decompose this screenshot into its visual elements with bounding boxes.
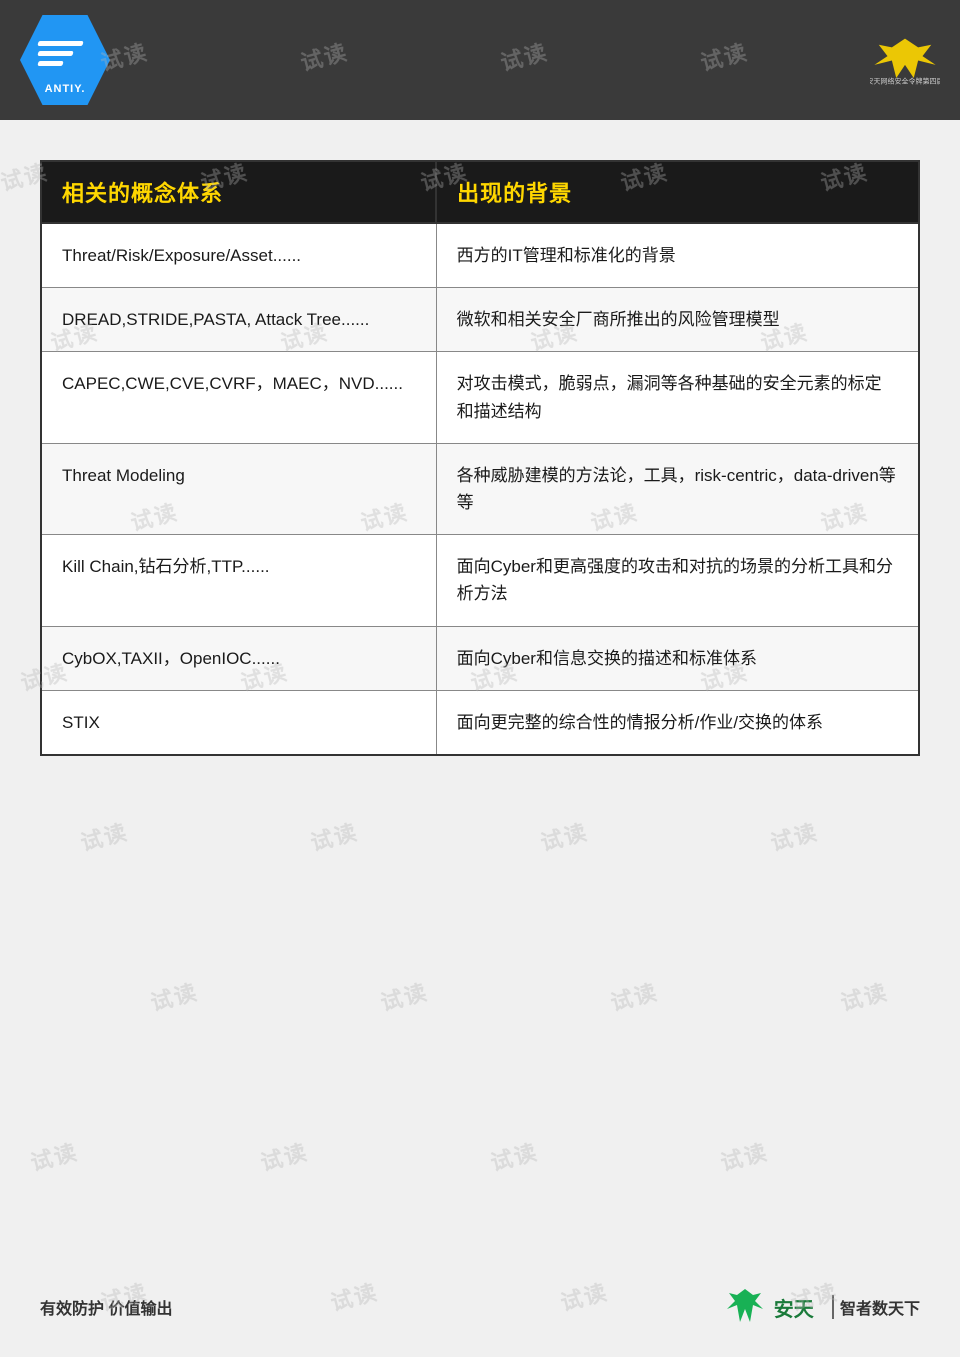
table-row: DREAD,STRIDE,PASTA, Attack Tree......微软和… bbox=[41, 288, 919, 352]
watermark: 试读 bbox=[767, 814, 822, 857]
watermark: 试读 bbox=[307, 814, 362, 857]
table-cell-col2: 面向Cyber和信息交换的描述和标准体系 bbox=[436, 626, 919, 690]
table-cell-col2: 对攻击模式，脆弱点，漏洞等各种基础的安全元素的标定和描述结构 bbox=[436, 352, 919, 443]
footer-brand-icon bbox=[725, 1287, 765, 1327]
footer-brand: 安天 | 智者数天下 bbox=[725, 1287, 920, 1327]
watermark: 试读 bbox=[837, 974, 892, 1017]
table-row: Threat Modeling各种威胁建模的方法论，工具，risk-centri… bbox=[41, 443, 919, 534]
table-cell-col1: CAPEC,CWE,CVE,CVRF，MAEC，NVD...... bbox=[41, 352, 436, 443]
table-row: Kill Chain,钻石分析,TTP......面向Cyber和更高强度的攻击… bbox=[41, 535, 919, 626]
table-cell-col1: Kill Chain,钻石分析,TTP...... bbox=[41, 535, 436, 626]
logo: ANTIY. bbox=[20, 15, 110, 105]
header: ANTIY. 安天网络安全令牌第四届 bbox=[0, 0, 960, 120]
watermark: 试读 bbox=[487, 1134, 542, 1177]
logo-line-2 bbox=[37, 51, 73, 56]
logo-lines bbox=[38, 26, 93, 81]
table-cell-col2: 各种威胁建模的方法论，工具，risk-centric，data-driven等等 bbox=[436, 443, 919, 534]
footer-slogan: 有效防护 价值输出 bbox=[40, 1295, 172, 1319]
footer-brand-sub: 智者数天下 bbox=[832, 1295, 920, 1319]
table-cell-col2: 面向Cyber和更高强度的攻击和对抗的场景的分析工具和分析方法 bbox=[436, 535, 919, 626]
watermark: 试读 bbox=[377, 974, 432, 1017]
table-cell-col1: Threat Modeling bbox=[41, 443, 436, 534]
watermark: 试读 bbox=[77, 814, 132, 857]
footer-brand-name: 安天 bbox=[774, 1293, 814, 1322]
watermark: 试读 bbox=[537, 814, 592, 857]
table-cell-col2: 西方的IT管理和标准化的背景 bbox=[436, 223, 919, 288]
col1-header: 相关的概念体系 bbox=[41, 161, 436, 223]
table-cell-col1: CybOX,TAXII，OpenIOC...... bbox=[41, 626, 436, 690]
watermark: 试读 bbox=[607, 974, 662, 1017]
svg-text:安天网络安全令牌第四届: 安天网络安全令牌第四届 bbox=[870, 76, 940, 85]
watermark: 试读 bbox=[257, 1134, 312, 1177]
logo-line-1 bbox=[37, 41, 83, 46]
watermark: 试读 bbox=[147, 974, 202, 1017]
table-cell-col1: Threat/Risk/Exposure/Asset...... bbox=[41, 223, 436, 288]
table-row: CAPEC,CWE,CVE,CVRF，MAEC，NVD......对攻击模式，脆… bbox=[41, 352, 919, 443]
table-row: STIX面向更完整的综合性的情报分析/作业/交换的体系 bbox=[41, 690, 919, 755]
main-content: 相关的概念体系 出现的背景 Threat/Risk/Exposure/Asset… bbox=[0, 120, 960, 786]
logo-line-3 bbox=[37, 61, 63, 66]
table-cell-col1: STIX bbox=[41, 690, 436, 755]
table-row: CybOX,TAXII，OpenIOC......面向Cyber和信息交换的描述… bbox=[41, 626, 919, 690]
table-header-row: 相关的概念体系 出现的背景 bbox=[41, 161, 919, 223]
content-table: 相关的概念体系 出现的背景 Threat/Risk/Exposure/Asset… bbox=[40, 160, 920, 756]
footer: 有效防护 价值输出 安天 | 智者数天下 bbox=[40, 1287, 920, 1327]
watermark: 试读 bbox=[27, 1134, 82, 1177]
table-cell-col2: 微软和相关安全厂商所推出的风险管理模型 bbox=[436, 288, 919, 352]
brand-icon: 安天网络安全令牌第四届 bbox=[870, 33, 940, 88]
table-cell-col2: 面向更完整的综合性的情报分析/作业/交换的体系 bbox=[436, 690, 919, 755]
logo-text: ANTIY. bbox=[45, 83, 86, 95]
watermark: 试读 bbox=[717, 1134, 772, 1177]
table-cell-col1: DREAD,STRIDE,PASTA, Attack Tree...... bbox=[41, 288, 436, 352]
table-row: Threat/Risk/Exposure/Asset......西方的IT管理和… bbox=[41, 223, 919, 288]
header-brand: 安天网络安全令牌第四届 bbox=[870, 33, 940, 88]
col2-header: 出现的背景 bbox=[436, 161, 919, 223]
